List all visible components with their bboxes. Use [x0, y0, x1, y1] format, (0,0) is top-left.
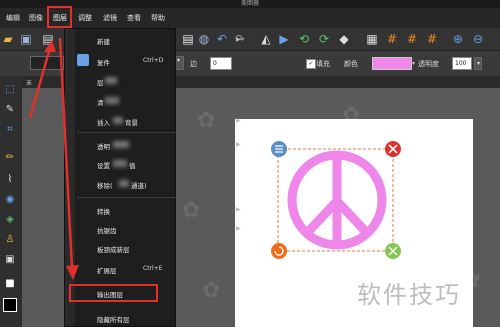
annotation-arrow-up	[28, 47, 52, 119]
arrow-head-icon	[44, 40, 56, 52]
watermark-text: 软件技巧	[357, 281, 461, 309]
arrow-head-icon	[66, 265, 79, 280]
annotation-arrow-down	[58, 37, 74, 269]
